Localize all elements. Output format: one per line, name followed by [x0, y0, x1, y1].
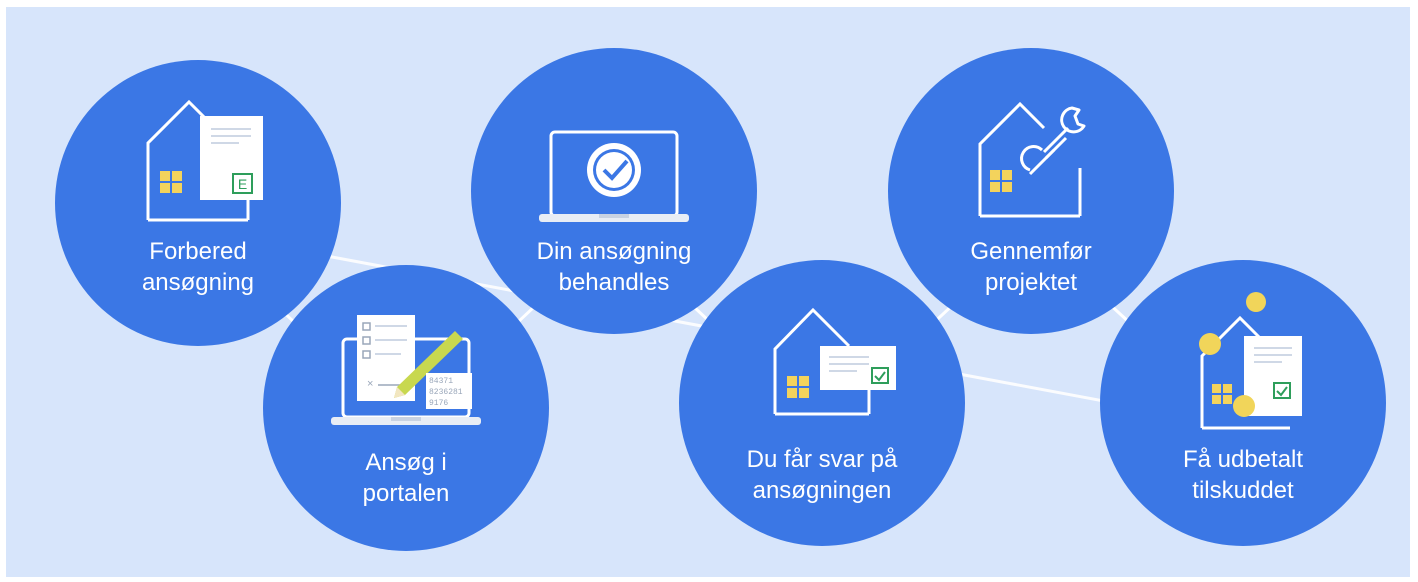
- step-label: Gennemfør projektet: [888, 236, 1174, 298]
- step-label-line: tilskuddet: [1192, 477, 1294, 504]
- step-label-line: Forbered: [149, 238, 247, 265]
- svg-text:×: ×: [367, 378, 373, 390]
- form-number: 8236281: [429, 388, 463, 397]
- step-prepare-application: E Forbered ansøgning: [55, 60, 341, 346]
- step-receive-grant-payment: Få udbetalt tilskuddet: [1100, 260, 1386, 546]
- step-label-line: behandles: [558, 269, 670, 296]
- step-label-line: portalen: [362, 480, 450, 507]
- step-label-line: Få udbetalt: [1182, 446, 1304, 473]
- step-label-line: Gennemfør: [970, 238, 1092, 265]
- step-label: Din ansøgning behandles: [471, 236, 757, 298]
- house-document-energy-icon: E: [146, 99, 263, 222]
- step-label-line: projektet: [984, 269, 1078, 296]
- step-label-line: ansøgning: [141, 269, 255, 296]
- step-label-line: Din ansøgning: [536, 238, 692, 265]
- form-number: 9176: [429, 399, 448, 408]
- step-label-line: Ansøg i: [365, 449, 447, 476]
- house-letter-check-icon: [773, 307, 896, 416]
- step-label: Du får svar på ansøgningen: [679, 444, 965, 506]
- form-number: 84371: [429, 377, 453, 386]
- step-label: Forbered ansøgning: [55, 236, 341, 298]
- energy-badge-letter: E: [238, 176, 247, 192]
- step-label-line: Du får svar på: [746, 446, 898, 473]
- house-coins-document-icon: [1199, 292, 1302, 430]
- step-carry-out-project: Gennemfør projektet: [888, 48, 1174, 334]
- laptop-clock-check-icon: [539, 130, 689, 222]
- step-label-line: ansøgningen: [752, 477, 892, 504]
- step-apply-in-portal: × 84371 8236281 9176 Ansøg i portalen: [263, 265, 549, 551]
- step-label: Ansøg i portalen: [263, 447, 549, 509]
- step-label: Få udbetalt tilskuddet: [1100, 444, 1386, 506]
- step-receive-answer: Du får svar på ansøgningen: [679, 260, 965, 546]
- laptop-form-pencil-icon: × 84371 8236281 9176: [331, 315, 481, 425]
- step-application-processed: Din ansøgning behandles: [471, 48, 757, 334]
- house-wrench-icon: [978, 101, 1086, 218]
